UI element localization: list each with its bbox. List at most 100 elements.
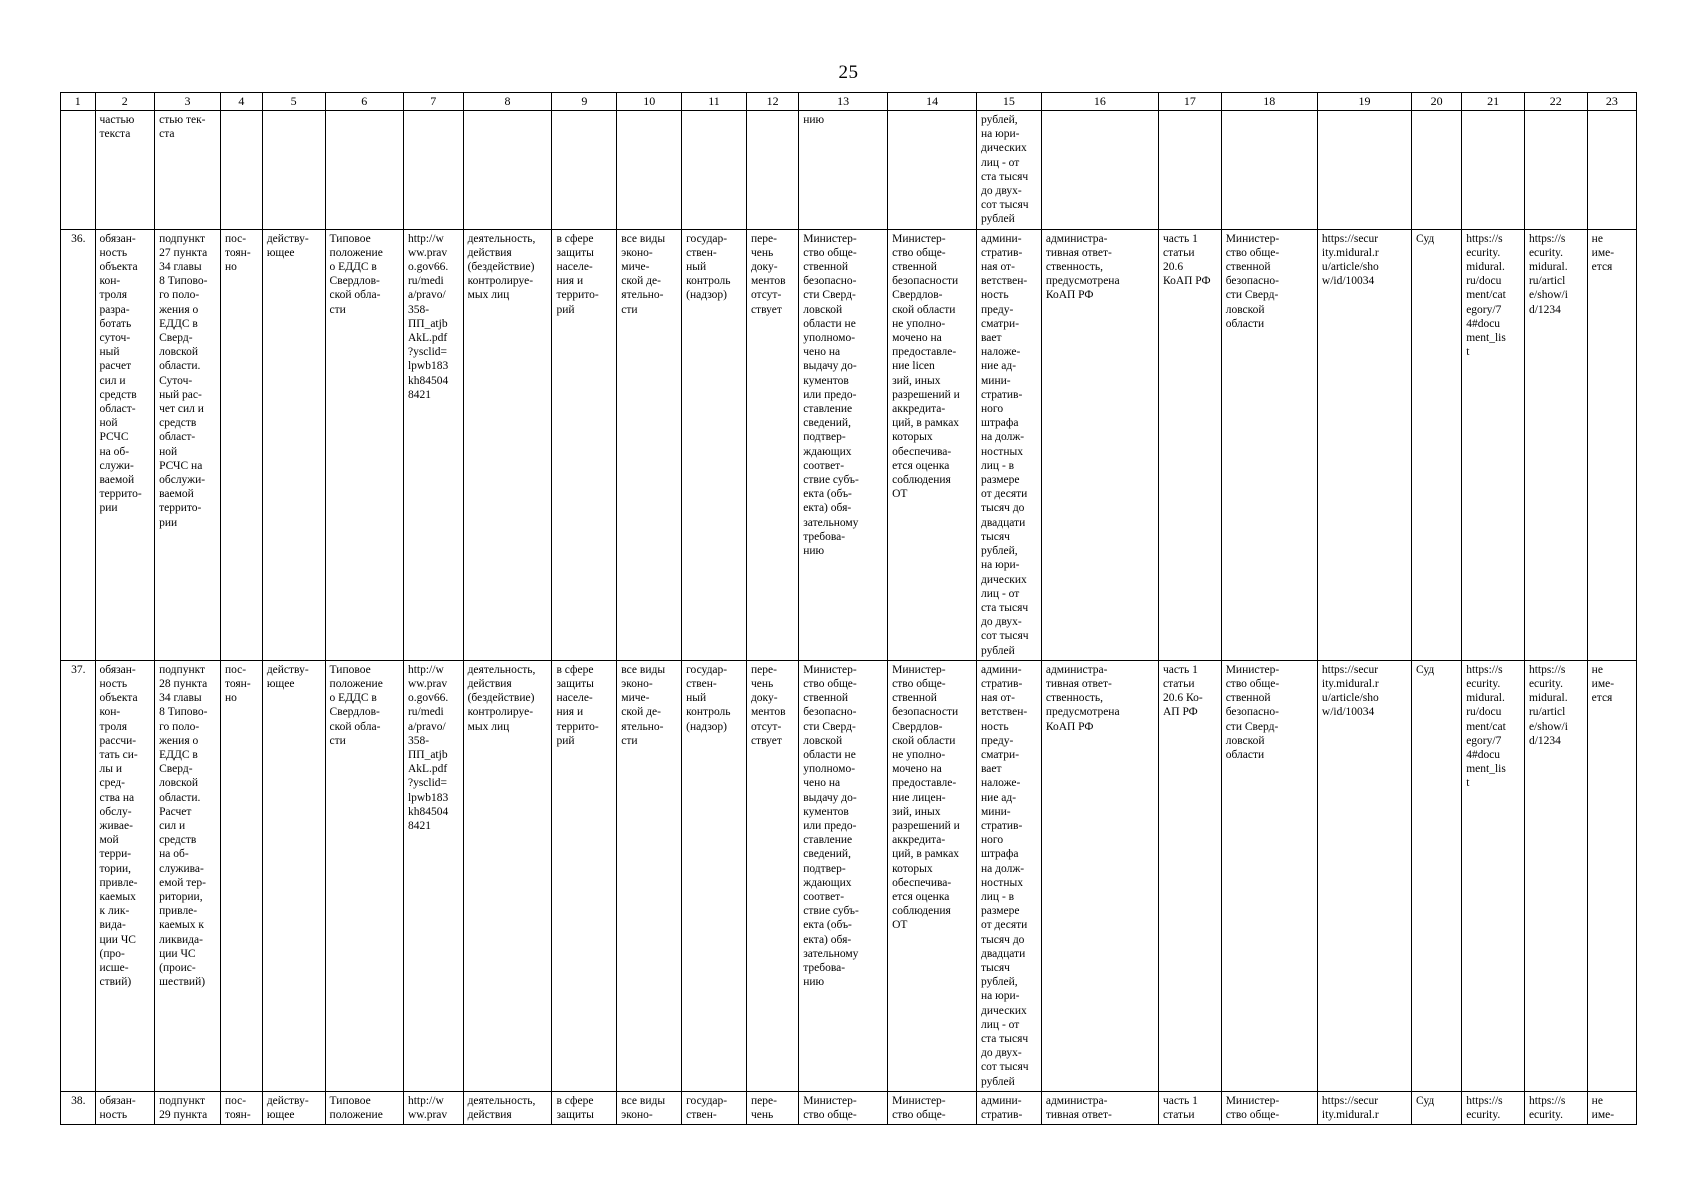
column-header-19: 19 [1316, 92, 1413, 111]
cell-text: http://w ww.prav o.gov66. ru/medi a/prav… [407, 232, 449, 401]
cell-text: Министер- ство обще- [892, 1094, 946, 1122]
table-cell-14 [887, 110, 978, 230]
cell-text: Типовое положение о ЕДДС в Свердлов- ско… [329, 663, 383, 747]
table-cell-19 [1316, 110, 1413, 230]
table-row: 37. обязан- ность объекта кон- троля рас… [60, 659, 1638, 1092]
cell-text: подпункт 27 пункта 34 главы 8 Типово- го… [159, 232, 208, 529]
table-cell-11: государ- ствен- ный контроль (надзор) [681, 228, 747, 661]
table-cell-20: Суд [1411, 228, 1463, 661]
requirements-table: 1 2 3 4 5 6 7 8 9 10 11 12 13 14 15 16 1 [60, 92, 1638, 1126]
column-header-22: 22 [1523, 92, 1588, 111]
table-header-row: 1 2 3 4 5 6 7 8 9 10 11 12 13 14 15 16 1 [60, 92, 1638, 111]
table-cell-6 [324, 110, 404, 230]
table-cell-8: деятельность, действия (бездействие) кон… [462, 228, 553, 661]
cell-text: пос- тоян- [224, 1094, 251, 1122]
table-cell-9: в сфере защиты [551, 1090, 618, 1126]
cell-text: не име- ется [1591, 663, 1615, 705]
column-header-9: 9 [551, 92, 618, 111]
table-cell-13: Министер- ство обще- ственной безопасно-… [798, 228, 889, 661]
cell-text: администра- тивная ответ- [1045, 1094, 1112, 1122]
cell-text: деятельность, действия [467, 1094, 536, 1122]
table-cell-18 [1220, 110, 1318, 230]
cell-text: Министер- ство обще- [1225, 1094, 1280, 1122]
table-cell-3: стью тек- ста [154, 110, 221, 230]
table-cell-9: в сфере защиты населе- ния и террито- ри… [551, 659, 618, 1092]
cell-text: все виды эконо- [621, 1094, 666, 1122]
table-cell-12: пере- чень доку- ментов отсут- ствует [745, 659, 800, 1092]
column-header-15: 15 [976, 92, 1042, 111]
cell-text: https://secur ity.midural.r u/article/sh… [1321, 232, 1379, 288]
cell-text: Суд [1416, 663, 1435, 676]
cell-text: деятельность, действия (бездействие) кон… [467, 232, 536, 302]
table-cell-6: Типовое положение о ЕДДС в Свердлов- ско… [324, 228, 404, 661]
table-cell-14: Министер- ство обще- [887, 1090, 978, 1126]
cell-text: администра- тивная ответ- ственность, пр… [1045, 232, 1120, 302]
cell-text: в сфере защиты населе- ния и террито- ри… [556, 232, 599, 316]
table-cell-9 [551, 110, 618, 230]
table-cell-18: Министер- ство обще- ственной безопасно-… [1220, 228, 1318, 661]
table-cell-15: рублей, на юри- дических лиц - от ста ты… [976, 110, 1042, 230]
table-cell-11 [681, 110, 747, 230]
cell-text: нию [803, 114, 825, 126]
table-cell-18: Министер- ство обще- ственной безопасно-… [1220, 659, 1318, 1092]
table-cell-2: обязан- ность [94, 1090, 156, 1126]
table-cell-20: Суд [1411, 659, 1463, 1092]
table-cell-12: пере- чень [745, 1090, 800, 1126]
table-cell-13: нию [798, 110, 889, 230]
table-cell-17: часть 1 статьи [1157, 1090, 1222, 1126]
table-row: 36. обязан- ность объекта кон- троля раз… [60, 228, 1638, 661]
cell-text: обязан- ность объекта кон- троля рассчи-… [99, 663, 138, 989]
table-cell-20: Суд [1411, 1090, 1463, 1126]
table-cell-2: частью текста [94, 110, 156, 230]
table-cell-21: https://s ecurity. midural. ru/docu ment… [1461, 659, 1525, 1092]
cell-text: действу- ющее [266, 232, 309, 259]
table-cell-5: действу- ющее [261, 659, 326, 1092]
cell-text: все виды эконо- миче- ской де- ятельно- … [621, 663, 666, 747]
table-cell-8: деятельность, действия [462, 1090, 553, 1126]
column-header-21: 21 [1461, 92, 1525, 111]
column-header-7: 7 [402, 92, 464, 111]
table-cell-4: пос- тоян- но [219, 228, 263, 661]
table-cell-19: https://secur ity.midural.r u/article/sh… [1316, 659, 1413, 1092]
table-cell-22: https://s ecurity. [1523, 1090, 1588, 1126]
table-cell-6: Типовое положение [324, 1090, 404, 1126]
cell-text: 36. [71, 232, 86, 245]
table-cell-5: действу- ющее [261, 1090, 326, 1126]
cell-text: Типовое положение о ЕДДС в Свердлов- ско… [329, 232, 383, 316]
table-body: частью текста стью тек- ста нию рублей, … [60, 110, 1638, 1126]
cell-text: Министер- ство обще- ственной безопасно-… [1225, 232, 1280, 330]
cell-text: действу- ющее [266, 663, 309, 690]
cell-text: http://w ww.prav o.gov66. ru/medi a/prav… [407, 663, 449, 832]
table-cell-22: https://s ecurity. midural. ru/articl e/… [1523, 659, 1588, 1092]
table-cell-17 [1157, 110, 1222, 230]
table-cell-7: http://w ww.prav [402, 1090, 464, 1126]
column-header-18: 18 [1220, 92, 1318, 111]
cell-text: пере- чень [750, 1094, 777, 1122]
table-cell-10: все виды эконо- миче- ской де- ятельно- … [616, 228, 683, 661]
cell-text: Типовое положение [329, 1094, 383, 1122]
cell-text: админи- стратив- ная от- ветствен- ность… [981, 232, 1029, 657]
cell-text: государ- ствен- [686, 1094, 728, 1122]
table-cell-4: пос- тоян- [219, 1090, 263, 1126]
cell-text: http://w ww.prav [407, 1094, 448, 1122]
cell-text: обязан- ность объекта кон- троля разра- … [99, 232, 142, 515]
table-cell-3: подпункт 29 пункта [154, 1090, 221, 1126]
column-header-2: 2 [94, 92, 156, 111]
row-number-cell: 38. [60, 1090, 96, 1126]
table-cell-10: все виды эконо- миче- ской де- ятельно- … [616, 659, 683, 1092]
cell-text: все виды эконо- миче- ской де- ятельно- … [621, 232, 666, 316]
cell-text: Суд [1416, 232, 1435, 245]
cell-text: админи- стратив- [981, 1094, 1023, 1122]
table-cell-2: обязан- ность объекта кон- троля рассчи-… [94, 659, 156, 1092]
cell-text: администра- тивная ответ- ственность, пр… [1045, 663, 1120, 733]
cell-text: Министер- ство обще- ственной безопаснос… [892, 663, 960, 932]
table-cell-15: админи- стратив- [976, 1090, 1042, 1126]
table-cell-8: деятельность, действия (бездействие) кон… [462, 659, 553, 1092]
table-cell-10: все виды эконо- [616, 1090, 683, 1126]
table-cell-13: Министер- ство обще- ственной безопасно-… [798, 659, 889, 1092]
cell-text: пере- чень доку- ментов отсут- ствует [750, 663, 786, 747]
cell-text: пос- тоян- но [224, 663, 251, 705]
cell-text: Министер- ство обще- ственной безопасно-… [803, 663, 859, 989]
column-header-13: 13 [798, 92, 889, 111]
cell-text: https://s ecurity. midural. ru/articl e/… [1528, 232, 1568, 316]
